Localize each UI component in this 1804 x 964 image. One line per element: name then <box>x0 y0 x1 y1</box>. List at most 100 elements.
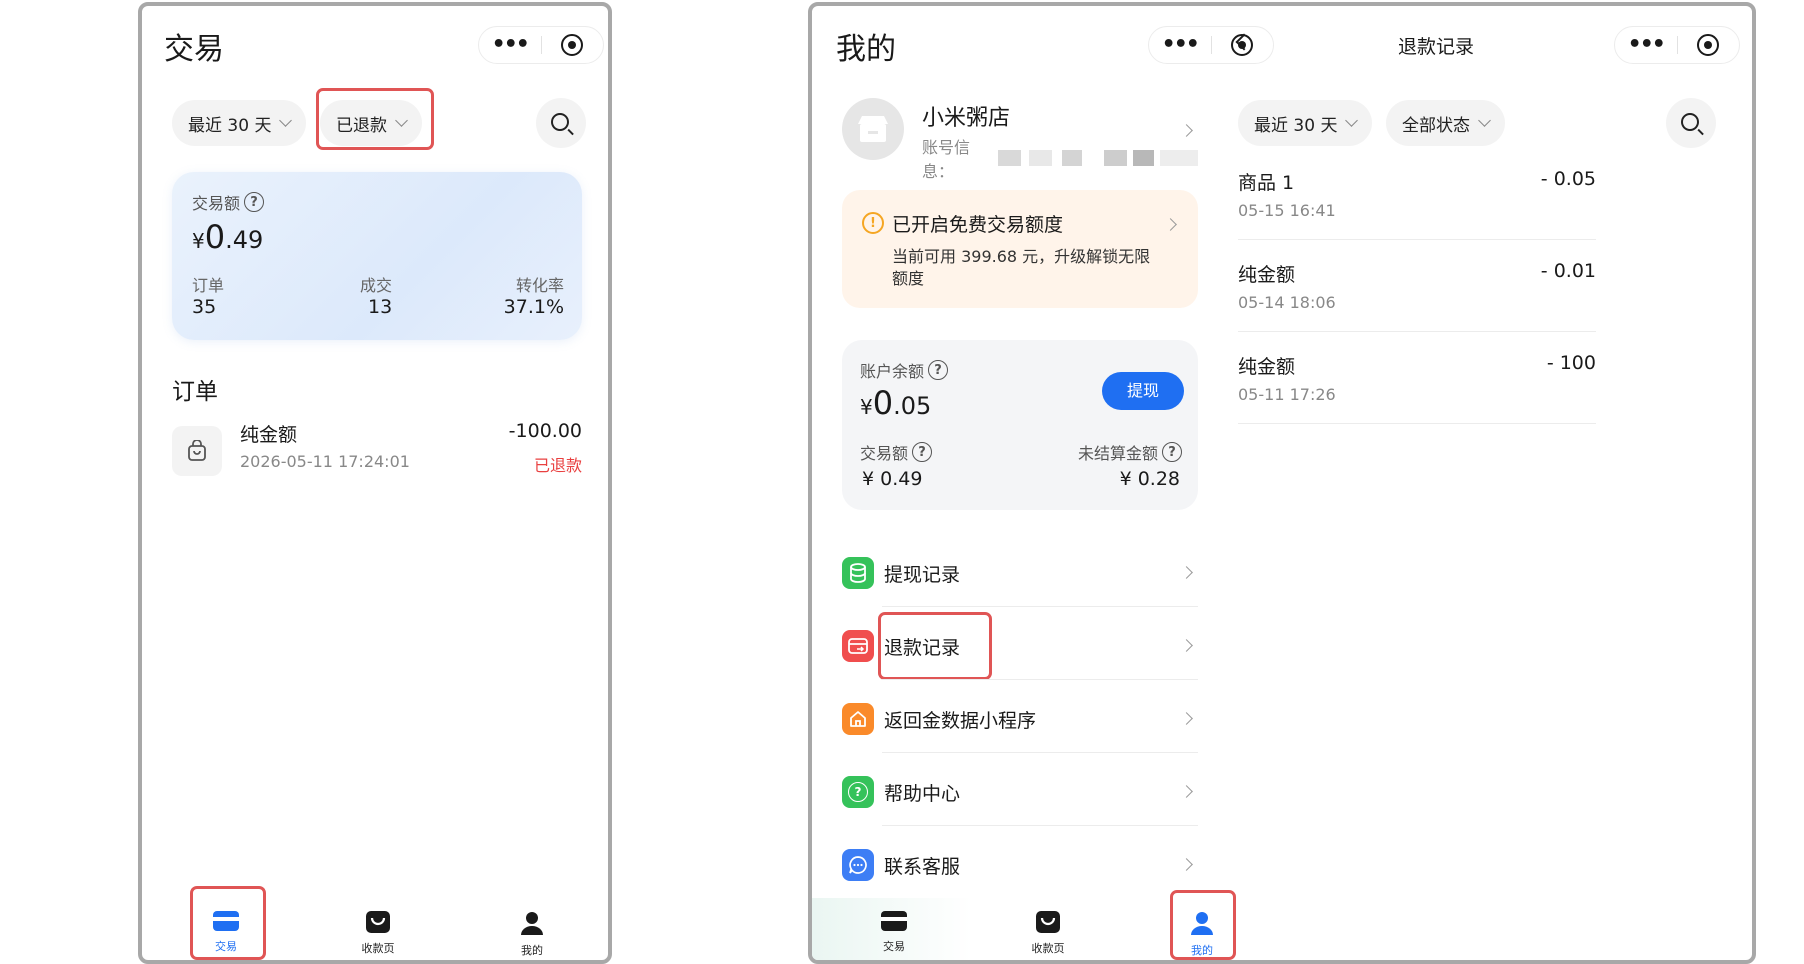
unsettled-value: ¥ 0.28 <box>1119 468 1180 490</box>
chevron-right-icon <box>1180 639 1193 652</box>
page-title: 退款记录 <box>1398 36 1475 58</box>
chevron-right-icon <box>1180 858 1193 871</box>
close-target-icon[interactable] <box>541 34 603 56</box>
tab-collect[interactable]: 收款页 <box>338 910 418 956</box>
summary-card: 交易额? ¥0.49 订单 35 成交 13 转化率 37.1% <box>172 172 582 340</box>
mine-refund-screen: 我的 ••• 小米粥店 账号信息： ! 已开启免费交易额度 当前可用 399.6… <box>808 2 1756 964</box>
chevron-right-icon <box>1180 566 1193 579</box>
capsule-menu: ••• <box>478 26 604 64</box>
help-icon[interactable]: ? <box>928 360 949 380</box>
more-icon[interactable]: ••• <box>1615 26 1677 64</box>
trade-screen: 交易 ••• 最近 30 天 已退款 交易额? ¥0.49 订单 35 成交 1… <box>138 2 612 964</box>
search-button[interactable] <box>536 98 586 148</box>
capsule-menu: ••• <box>1148 26 1274 64</box>
highlight-box <box>878 612 992 680</box>
bag-icon <box>1036 911 1060 933</box>
trade-amount-value: ¥ 0.49 <box>862 468 923 490</box>
free-quota-notice[interactable]: ! 已开启免费交易额度 当前可用 399.68 元，升级解锁无限额度 <box>842 190 1198 308</box>
section-title: 订单 <box>172 379 218 405</box>
bag-icon <box>172 426 222 476</box>
deals-value: 13 <box>368 296 393 318</box>
refund-time: 05-15 16:41 <box>1238 201 1336 220</box>
chevron-right-icon <box>1164 218 1177 231</box>
trade-amount-label: 交易额 <box>860 444 909 463</box>
card-icon <box>881 911 907 931</box>
conversion-label: 转化率 <box>515 276 564 295</box>
refund-time: 05-11 17:26 <box>1238 385 1336 404</box>
refund-row[interactable]: 纯金额 05-14 18:06 - 0.01 <box>1238 260 1596 312</box>
page-title: 交易 <box>164 32 224 67</box>
tab-mine-label: 我的 <box>521 944 543 957</box>
highlight-box <box>190 886 266 960</box>
tab-mine[interactable]: 我的 <box>492 910 572 958</box>
more-icon[interactable]: ••• <box>1149 26 1211 64</box>
withdraw-button[interactable]: 提现 <box>1102 372 1184 410</box>
user-icon <box>521 912 543 935</box>
chevron-down-icon <box>1478 113 1491 127</box>
menu-label: 联系客服 <box>884 855 961 878</box>
chevron-down-icon <box>279 113 293 127</box>
deals-label: 成交 <box>360 276 393 295</box>
help-icon[interactable]: ? <box>912 442 933 462</box>
help-icon[interactable]: ? <box>244 192 265 212</box>
more-icon[interactable]: ••• <box>479 26 541 64</box>
refund-name: 纯金额 <box>1238 356 1296 378</box>
search-button[interactable] <box>1666 98 1716 148</box>
refund-time: 05-14 18:06 <box>1238 293 1336 312</box>
amount-value: ¥0.49 <box>192 218 264 256</box>
store-icon <box>858 116 888 142</box>
capsule-menu: ••• <box>1614 26 1740 64</box>
home-icon <box>842 703 874 735</box>
refund-row[interactable]: 纯金额 05-11 17:26 - 100 <box>1238 352 1596 404</box>
menu-label: 帮助中心 <box>884 782 961 805</box>
orders-value: 35 <box>192 296 217 318</box>
refund-amount: - 100 <box>1546 352 1596 374</box>
balance-card: 账户余额? ¥0.05 提现 交易额? ¥ 0.49 未结算金额? ¥ 0.28 <box>842 340 1198 510</box>
tab-collect-label: 收款页 <box>1031 942 1065 955</box>
database-icon <box>842 557 874 589</box>
warning-icon: ! <box>862 212 884 234</box>
refund-card-icon <box>842 630 874 662</box>
shop-name: 小米粥店 <box>922 106 1011 131</box>
tab-collect[interactable]: 收款页 <box>1008 910 1088 956</box>
conversion-value: 37.1% <box>503 296 564 318</box>
avatar <box>842 98 904 160</box>
tab-trade[interactable]: 交易 <box>854 910 934 954</box>
help-icon: ? <box>842 776 874 808</box>
status-filter[interactable]: 全部状态 <box>1386 100 1505 146</box>
menu-contact-service[interactable]: 联系客服 <box>842 834 1198 896</box>
search-icon <box>1681 113 1699 131</box>
highlight-box <box>316 88 434 150</box>
help-icon[interactable]: ? <box>1162 442 1182 462</box>
notice-body: 当前可用 399.68 元，升级解锁无限额度 <box>892 247 1151 288</box>
tab-trade-label: 交易 <box>883 940 905 953</box>
profile-row[interactable]: 小米粥店 账号信息： <box>842 96 1198 181</box>
menu-help-center[interactable]: ? 帮助中心 <box>842 761 1198 823</box>
page-title: 我的 <box>836 32 896 67</box>
highlight-box <box>1170 890 1236 960</box>
menu-label: 返回金数据小程序 <box>884 709 1037 732</box>
amount-label: 交易额 <box>192 194 241 213</box>
menu-withdraw-records[interactable]: 提现记录 <box>842 542 1198 604</box>
status-filter-label: 全部状态 <box>1402 115 1470 136</box>
search-icon <box>551 113 569 131</box>
menu-label: 提现记录 <box>884 563 961 586</box>
tab-collect-label: 收款页 <box>361 942 395 955</box>
range-filter[interactable]: 最近 30 天 <box>172 100 307 146</box>
close-target-icon[interactable] <box>1677 34 1739 56</box>
refund-amount: - 0.01 <box>1540 260 1596 282</box>
order-row[interactable]: 纯金额 2026-05-11 17:24:01 -100.00 已退款 <box>172 420 582 484</box>
order-time: 2026-05-11 17:24:01 <box>240 452 410 471</box>
chevron-down-icon <box>1345 113 1359 127</box>
chevron-right-icon <box>1180 712 1193 725</box>
chat-icon <box>842 849 874 881</box>
order-amount: -100.00 <box>508 420 582 442</box>
orders-label: 订单 <box>192 276 225 295</box>
range-filter[interactable]: 最近 30 天 <box>1238 100 1373 146</box>
chevron-right-icon <box>1180 785 1193 798</box>
refund-row[interactable]: 商品 1 05-15 16:41 - 0.05 <box>1238 168 1596 220</box>
menu-back-to-miniapp[interactable]: 返回金数据小程序 <box>842 688 1198 750</box>
refund-amount: - 0.05 <box>1540 168 1596 190</box>
order-status: 已退款 <box>533 456 582 475</box>
notice-title: 已开启免费交易额度 <box>892 214 1064 236</box>
